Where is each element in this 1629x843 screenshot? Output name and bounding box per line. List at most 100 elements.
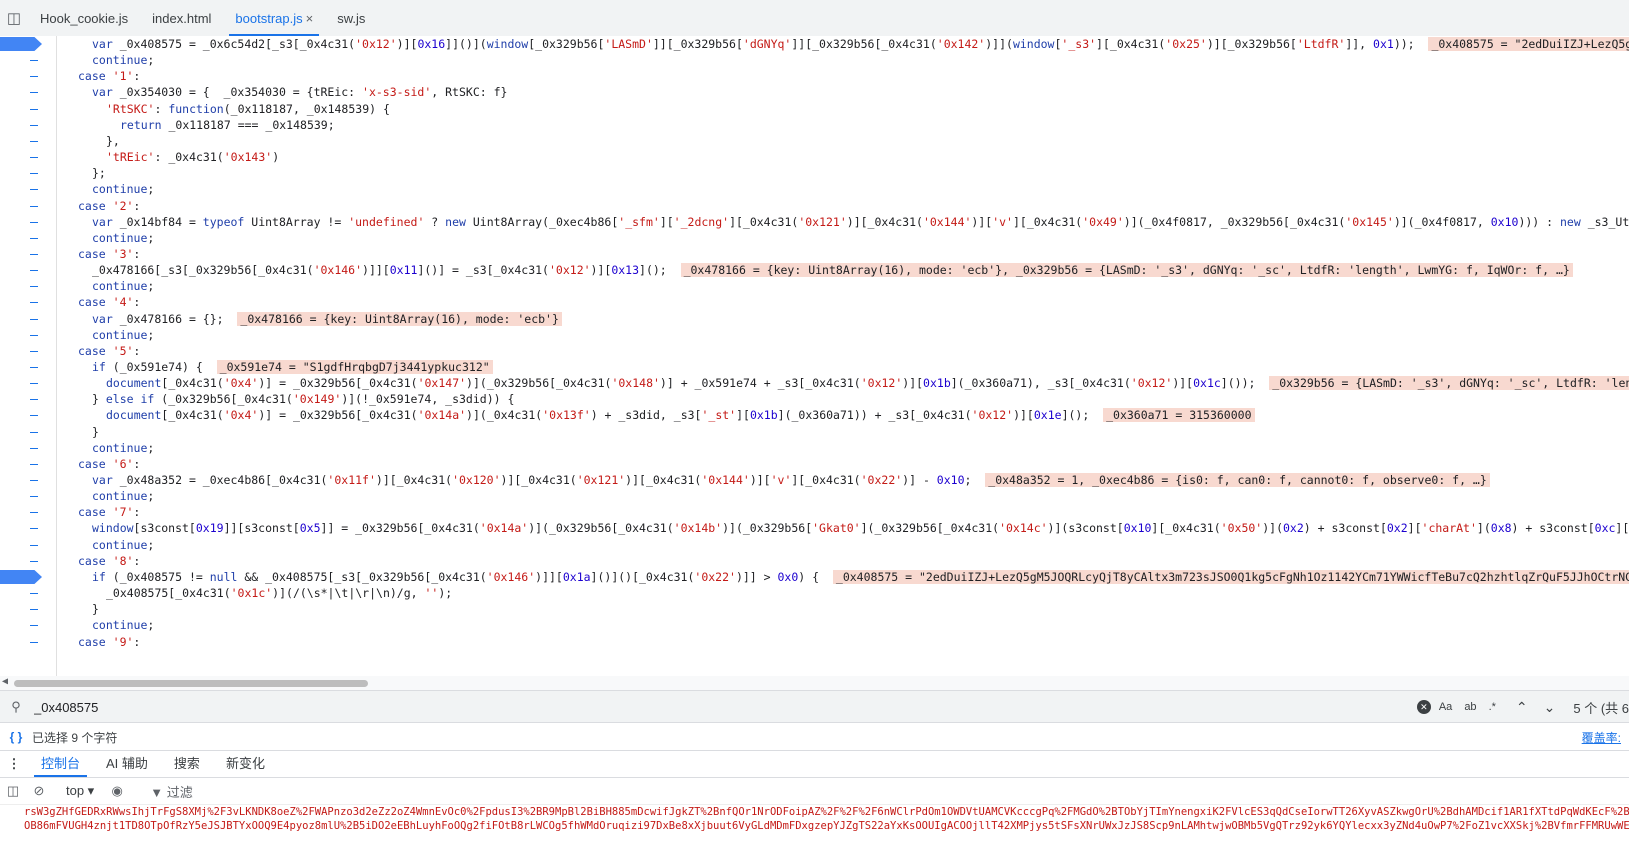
line-marker[interactable] <box>30 464 38 465</box>
line-marker[interactable] <box>30 480 38 481</box>
line-marker[interactable] <box>30 76 38 77</box>
line-marker[interactable] <box>30 270 38 271</box>
line-marker[interactable] <box>30 157 38 158</box>
code-line[interactable]: case '7': <box>78 504 140 521</box>
eye-icon[interactable]: ◉ <box>104 783 130 799</box>
code-line[interactable]: continue; <box>92 278 154 295</box>
code-line[interactable]: continue; <box>92 617 154 634</box>
code-line[interactable]: case '3': <box>78 246 140 263</box>
more-tools-icon[interactable]: ⋮ <box>0 756 28 772</box>
code-line[interactable]: continue; <box>92 488 154 505</box>
code-line[interactable]: continue; <box>92 327 154 344</box>
line-marker[interactable] <box>30 302 38 303</box>
code-line[interactable]: } <box>92 601 99 618</box>
code-line[interactable]: case '2': <box>78 198 140 215</box>
code-line[interactable]: _0x478166[_s3[_0x329b56[_0x4c31('0x146')… <box>92 262 1573 279</box>
tab-index-html[interactable]: index.html <box>140 0 223 36</box>
breakpoint-marker[interactable] <box>0 570 42 584</box>
match-case-button[interactable]: Aa <box>1439 701 1452 713</box>
line-marker[interactable] <box>30 60 38 61</box>
line-marker[interactable] <box>30 561 38 562</box>
line-marker[interactable] <box>30 254 38 255</box>
code-line[interactable]: case '6': <box>78 456 140 473</box>
filter-input[interactable]: ▼ 过滤 <box>150 782 193 801</box>
tab-bootstrap-js[interactable]: bootstrap.js × <box>223 0 325 36</box>
line-marker[interactable] <box>30 189 38 190</box>
line-marker[interactable] <box>30 335 38 336</box>
code-line[interactable]: var _0x478166 = {}; _0x478166 = {key: Ui… <box>92 311 562 328</box>
code-line[interactable]: continue; <box>92 537 154 554</box>
code-line[interactable]: 'RtSKC': function(_0x118187, _0x148539) … <box>106 101 390 118</box>
code-line[interactable]: }, <box>106 133 120 150</box>
line-marker[interactable] <box>30 173 38 174</box>
line-marker[interactable] <box>30 206 38 207</box>
code-line[interactable]: if (_0x408575 != null && _0x408575[_s3[_… <box>92 569 1629 586</box>
clear-search-icon[interactable]: ✕ <box>1416 700 1431 714</box>
tab-ai-assistance[interactable]: AI 辅助 <box>93 751 161 777</box>
line-marker[interactable] <box>30 593 38 594</box>
line-marker[interactable] <box>30 609 38 610</box>
regex-button[interactable]: .* <box>1489 701 1496 713</box>
code-line[interactable]: return _0x118187 === _0x148539; <box>120 117 335 134</box>
tab-search[interactable]: 搜索 <box>161 751 213 777</box>
tab-sw-js[interactable]: sw.js <box>325 0 377 36</box>
whole-word-button[interactable]: ab <box>1464 701 1476 713</box>
code-line[interactable]: document[_0x4c31('0x4')] = _0x329b56[_0x… <box>106 375 1629 392</box>
line-marker[interactable] <box>30 545 38 546</box>
code-line[interactable]: case '9': <box>78 634 140 651</box>
search-input[interactable] <box>32 698 1417 716</box>
code-line[interactable]: continue; <box>92 440 154 457</box>
code-line[interactable]: case '8': <box>78 553 140 570</box>
context-selector[interactable]: top ▾ <box>66 783 94 799</box>
code-line[interactable]: case '5': <box>78 343 140 360</box>
close-icon[interactable]: × <box>306 11 314 26</box>
code-line[interactable]: case '4': <box>78 294 140 311</box>
line-gutter[interactable] <box>0 36 57 676</box>
code-line[interactable]: document[_0x4c31('0x4')] = _0x329b56[_0x… <box>106 407 1255 424</box>
code-line[interactable]: 'tREic': _0x4c31('0x143') <box>106 149 279 166</box>
line-marker[interactable] <box>30 383 38 384</box>
scrollbar-thumb[interactable] <box>14 680 368 687</box>
line-marker[interactable] <box>30 642 38 643</box>
code-line[interactable]: continue; <box>92 230 154 247</box>
code-line[interactable]: window[s3const[0x19]][s3const[0x5]] = _0… <box>92 520 1629 537</box>
line-marker[interactable] <box>30 286 38 287</box>
line-marker[interactable] <box>30 222 38 223</box>
code-line[interactable]: }; <box>92 165 106 182</box>
horizontal-scrollbar[interactable]: ◀ <box>0 676 1629 690</box>
breakpoint-marker[interactable] <box>0 37 42 51</box>
code-line[interactable]: continue; <box>92 181 154 198</box>
code-line[interactable]: } else if (_0x329b56[_0x4c31('0x149')](!… <box>92 391 514 408</box>
source-editor[interactable]: var _0x408575 = _0x6c54d2[_s3[_0x4c31('0… <box>0 36 1629 676</box>
line-marker[interactable] <box>30 448 38 449</box>
previous-match-icon[interactable]: ⌃ <box>1516 699 1528 716</box>
sidebar-toggle-icon[interactable]: ◫ <box>0 783 26 799</box>
line-marker[interactable] <box>30 625 38 626</box>
line-marker[interactable] <box>30 512 38 513</box>
line-marker[interactable] <box>30 109 38 110</box>
code-line[interactable]: var _0x48a352 = _0xec4b86[_0x4c31('0x11f… <box>92 472 1490 489</box>
toggle-navigator-icon[interactable]: ◫ <box>0 9 28 27</box>
line-marker[interactable] <box>30 125 38 126</box>
line-marker[interactable] <box>30 238 38 239</box>
coverage-link[interactable]: 覆盖率: <box>1582 729 1621 746</box>
line-marker[interactable] <box>30 415 38 416</box>
code-view[interactable]: var _0x408575 = _0x6c54d2[_s3[_0x4c31('0… <box>64 36 1629 676</box>
code-line[interactable]: case '1': <box>78 68 140 85</box>
line-marker[interactable] <box>30 367 38 368</box>
pretty-print-icon[interactable]: { } <box>0 730 32 744</box>
code-line[interactable]: var _0x354030 = { _0x354030 = {tREic: 'x… <box>92 84 507 101</box>
line-marker[interactable] <box>30 92 38 93</box>
line-marker[interactable] <box>30 351 38 352</box>
line-marker[interactable] <box>30 399 38 400</box>
code-line[interactable]: } <box>92 424 99 441</box>
tab-console[interactable]: 控制台 <box>28 751 93 777</box>
code-line[interactable]: var _0x14bf84 = typeof Uint8Array != 'un… <box>92 214 1629 231</box>
code-line[interactable]: var _0x408575 = _0x6c54d2[_s3[_0x4c31('0… <box>92 36 1629 53</box>
line-marker[interactable] <box>30 432 38 433</box>
clear-console-icon[interactable]: ⊘ <box>26 783 52 799</box>
code-line[interactable]: continue; <box>92 52 154 69</box>
line-marker[interactable] <box>30 141 38 142</box>
tab-changes[interactable]: 新变化 <box>213 751 278 777</box>
line-marker[interactable] <box>30 528 38 529</box>
